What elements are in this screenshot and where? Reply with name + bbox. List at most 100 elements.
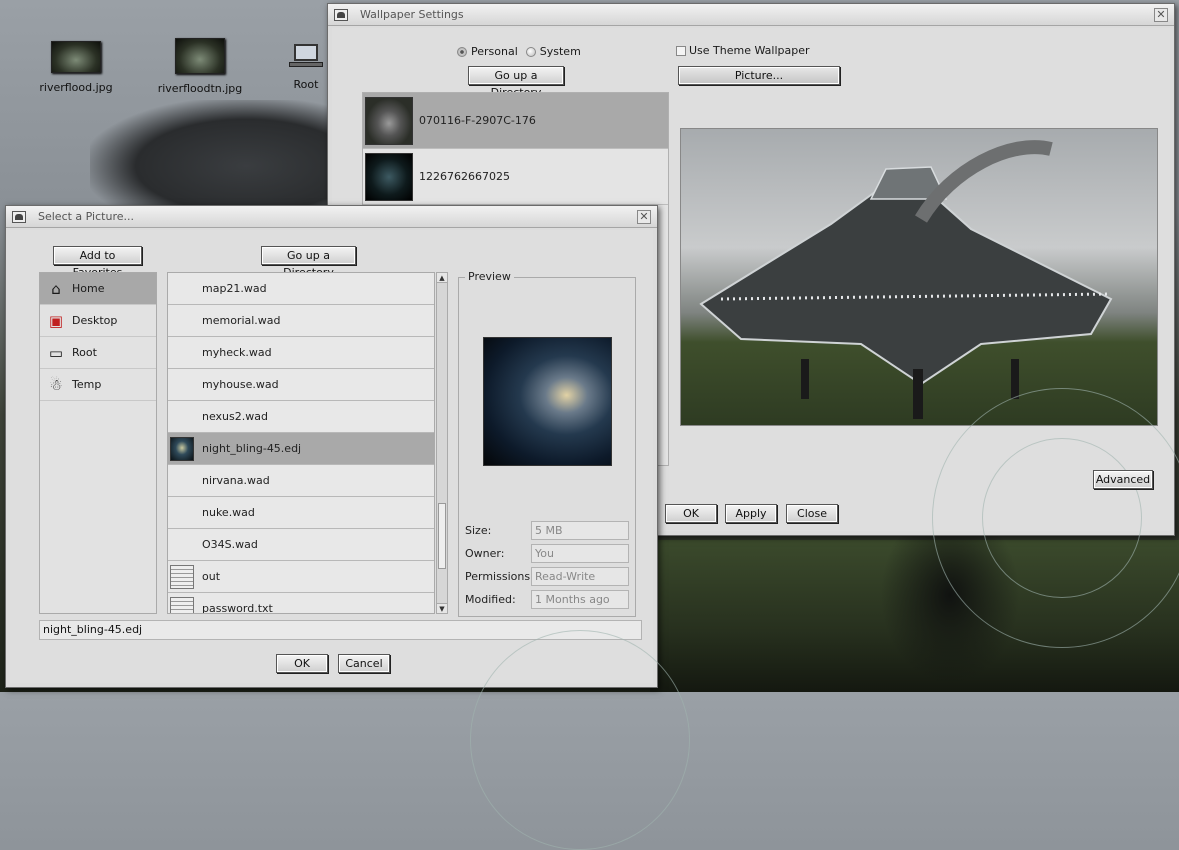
window-title: Select a Picture...: [38, 210, 134, 223]
computer-icon: ▭: [48, 343, 64, 362]
home-icon: ⌂: [51, 279, 61, 298]
personal-radio-label: Personal: [471, 45, 518, 58]
scrollbar-thumb[interactable]: [438, 503, 446, 569]
wallpaper-thumbnail: [365, 96, 413, 145]
permissions-value: Read-Write: [531, 567, 629, 586]
advanced-button[interactable]: Advanced: [1093, 470, 1153, 489]
file-row[interactable]: myheck.wad: [168, 337, 434, 369]
file-name: nirvana.wad: [202, 474, 270, 487]
scroll-down-icon[interactable]: ▼: [437, 603, 447, 613]
wallpaper-list-item[interactable]: 070116-F-2907C-176: [363, 93, 668, 149]
file-name: nuke.wad: [202, 506, 255, 519]
file-row[interactable]: memorial.wad: [168, 305, 434, 337]
decorative-circle: [982, 438, 1142, 598]
select-picture-body: Add to Favorites Go up a Directory ⌂ Hom…: [10, 230, 690, 850]
file-name: memorial.wad: [202, 314, 281, 327]
size-label: Size:: [465, 524, 492, 537]
place-label: Desktop: [72, 314, 118, 327]
source-radio-group: Personal System: [457, 45, 581, 58]
scroll-up-icon[interactable]: ▲: [437, 273, 447, 283]
wallpaper-name: 070116-F-2907C-176: [419, 114, 536, 127]
image-file-icon: [175, 38, 225, 74]
aircraft-image: [699, 140, 1113, 419]
system-radio-label: System: [539, 45, 581, 58]
desktop-background-plane: [90, 100, 350, 210]
file-name: myheck.wad: [202, 346, 272, 359]
file-name: password.txt: [202, 602, 273, 614]
file-name: O34S.wad: [202, 538, 258, 551]
wallpaper-thumbnail: [365, 152, 413, 201]
desktop-icon-riverflood[interactable]: riverflood.jpg: [21, 41, 131, 94]
file-name: map21.wad: [202, 282, 267, 295]
preview-group: Preview: [458, 270, 636, 617]
system-radio[interactable]: [525, 46, 536, 57]
document-icon: [170, 596, 194, 613]
wallpaper-name: 1226762667025: [419, 170, 510, 183]
add-to-favorites-button[interactable]: Add to Favorites: [53, 246, 142, 279]
wallpaper-app-icon: [334, 8, 348, 21]
file-list-scrollbar[interactable]: ▲ ▼: [436, 272, 448, 614]
file-row[interactable]: myhouse.wad: [168, 369, 434, 401]
desktop-icon-label: riverfloodtn.jpg: [157, 82, 243, 95]
place-label: Temp: [72, 378, 102, 391]
places-list: ⌂ Home ▣ Desktop ▭ Root ☃ Temp: [39, 272, 157, 614]
file-row[interactable]: map21.wad: [168, 273, 434, 305]
cancel-button[interactable]: Cancel: [338, 654, 390, 673]
go-up-directory-button[interactable]: Go up a Directory: [468, 66, 564, 99]
place-desktop[interactable]: ▣ Desktop: [40, 305, 156, 337]
use-theme-wallpaper-label: Use Theme Wallpaper: [689, 44, 810, 57]
place-temp[interactable]: ☃ Temp: [40, 369, 156, 401]
size-value: 5 MB: [531, 521, 629, 540]
modified-value: 1 Months ago: [531, 590, 629, 609]
dialog-app-icon: [12, 210, 26, 223]
ok-button[interactable]: OK: [276, 654, 328, 673]
use-theme-wallpaper-checkbox[interactable]: [676, 45, 686, 56]
temp-folder-icon: ☃: [49, 375, 63, 394]
place-home[interactable]: ⌂ Home: [40, 273, 156, 305]
ok-button[interactable]: OK: [665, 504, 717, 523]
wallpaper-list-item[interactable]: 1226762667025: [363, 149, 668, 205]
picture-button[interactable]: Picture...: [678, 66, 840, 85]
wallpaper-preview-image: [680, 128, 1158, 426]
close-icon[interactable]: ✕: [1154, 8, 1168, 22]
use-theme-wallpaper-row: Use Theme Wallpaper: [676, 44, 810, 57]
apply-button[interactable]: Apply: [725, 504, 777, 523]
place-root[interactable]: ▭ Root: [40, 337, 156, 369]
file-row[interactable]: O34S.wad: [168, 529, 434, 561]
file-name: out: [202, 570, 221, 583]
place-label: Home: [72, 282, 105, 295]
desktop-icon-riverfloodtn[interactable]: riverfloodtn.jpg: [145, 38, 255, 95]
owner-label: Owner:: [465, 547, 505, 560]
permissions-row: Permissions: Read-Write: [465, 567, 629, 586]
owner-row: Owner: You: [465, 544, 629, 563]
image-thumbnail: [170, 436, 194, 461]
file-row-selected[interactable]: night_bling-45.edj: [168, 433, 434, 465]
decorative-circle: [470, 630, 690, 850]
file-list: map21.wad memorial.wad myheck.wad myhous…: [167, 272, 435, 614]
size-row: Size: 5 MB: [465, 521, 629, 540]
preview-image: [483, 337, 612, 466]
window-title: Wallpaper Settings: [360, 8, 464, 21]
file-name: nexus2.wad: [202, 410, 268, 423]
titlebar[interactable]: Select a Picture... ✕: [6, 206, 657, 228]
close-button[interactable]: Close: [786, 504, 838, 523]
personal-radio[interactable]: [457, 46, 467, 57]
file-name: myhouse.wad: [202, 378, 279, 391]
go-up-directory-button[interactable]: Go up a Directory: [261, 246, 356, 279]
file-name: night_bling-45.edj: [202, 442, 302, 455]
file-row[interactable]: nirvana.wad: [168, 465, 434, 497]
preview-legend: Preview: [465, 270, 514, 283]
file-row[interactable]: nexus2.wad: [168, 401, 434, 433]
modified-row: Modified: 1 Months ago: [465, 590, 629, 609]
desktop-icon-label: riverflood.jpg: [39, 81, 113, 94]
file-row[interactable]: out: [168, 561, 434, 593]
select-picture-window: Select a Picture... ✕ Add to Favorites G…: [5, 205, 690, 850]
close-icon[interactable]: ✕: [637, 210, 651, 224]
computer-icon: [289, 44, 323, 70]
modified-label: Modified:: [465, 593, 516, 606]
image-file-icon: [51, 41, 101, 73]
owner-value: You: [531, 544, 629, 563]
file-row[interactable]: password.txt: [168, 593, 434, 614]
file-row[interactable]: nuke.wad: [168, 497, 434, 529]
titlebar[interactable]: Wallpaper Settings ✕: [328, 4, 1174, 26]
